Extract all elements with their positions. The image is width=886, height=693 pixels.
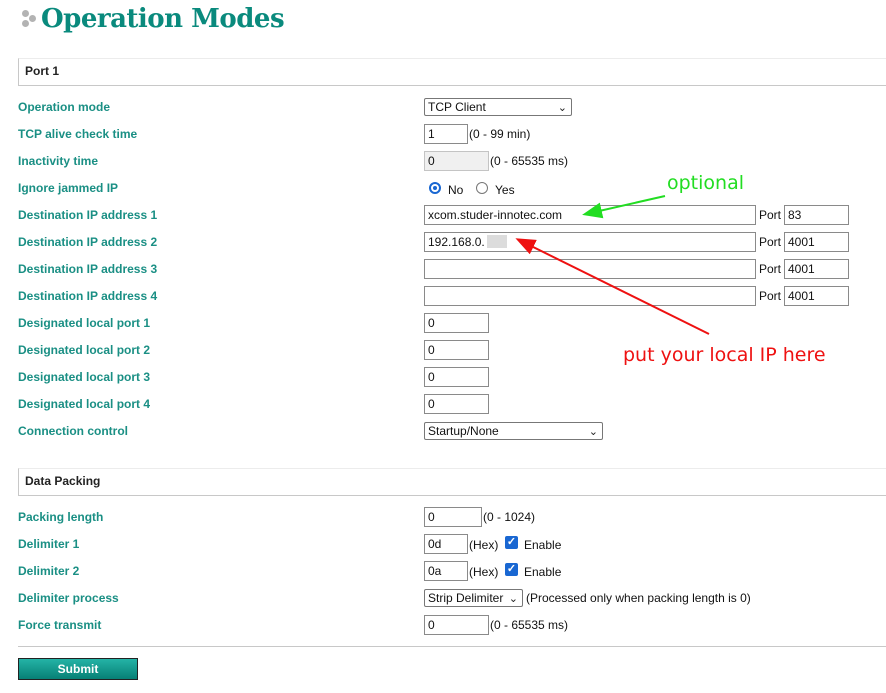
annotation-local-ip: put your local IP here [623, 344, 826, 366]
page-root: Operation Modes Port 1 Operation mode TC… [0, 0, 886, 693]
annotation-optional: optional [667, 172, 745, 194]
green-arrow-icon [582, 195, 666, 219]
red-arrow-icon [515, 238, 710, 335]
